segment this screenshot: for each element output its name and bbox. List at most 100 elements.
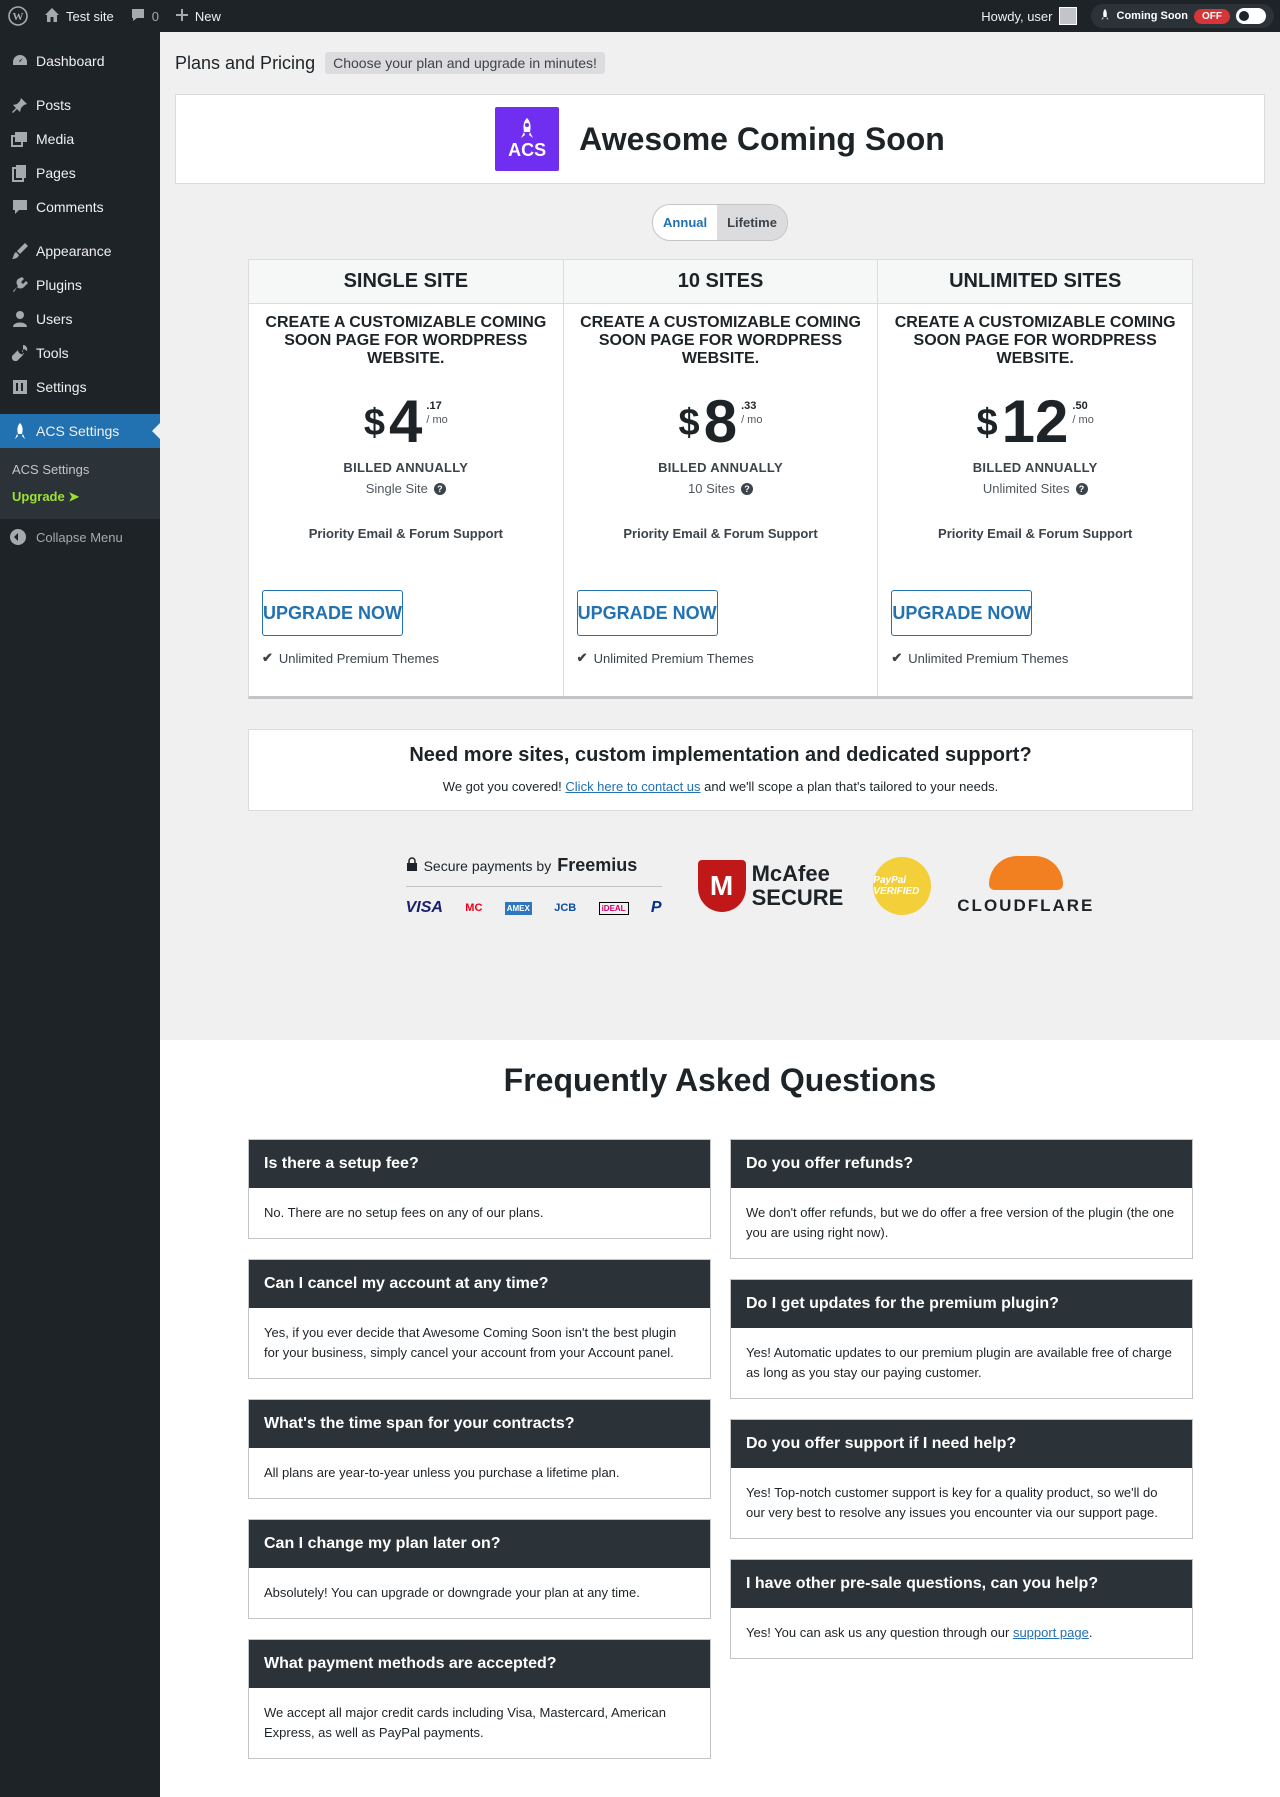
custom-plan-box: Need more sites, custom implementation a… xyxy=(248,729,1193,811)
billing-note: BILLED ANNUALLY xyxy=(658,460,783,475)
faq-answer: No. There are no setup fees on any of ou… xyxy=(264,1205,544,1220)
sidebar-item-acs-settings[interactable]: ACS Settings xyxy=(0,414,160,448)
sidebar-item-settings[interactable]: Settings xyxy=(0,370,160,404)
sidebar-item-label: ACS Settings xyxy=(36,423,120,439)
plan-card: 10 SITES CREATE A CUSTOMIZABLE COMING SO… xyxy=(563,260,879,696)
plan-price: $ 4 .17 / mo xyxy=(249,392,563,452)
brand-name: Awesome Coming Soon xyxy=(579,120,945,157)
cloudflare-label: CLOUDFLARE xyxy=(957,896,1095,915)
brush-icon xyxy=(10,241,30,261)
help-icon[interactable]: ? xyxy=(433,482,446,495)
plan-name: UNLIMITED SITES xyxy=(878,260,1193,304)
help-icon[interactable]: ? xyxy=(1075,482,1088,495)
price-cents: .50 xyxy=(1072,400,1088,412)
collapse-menu-button[interactable]: Collapse Menu xyxy=(0,519,160,555)
faq-answer: Yes! Automatic updates to our premium pl… xyxy=(746,1345,1172,1380)
new-label: New xyxy=(194,8,221,24)
rocket-icon xyxy=(10,421,30,441)
sidebar-item-plugins[interactable]: Plugins xyxy=(0,268,160,302)
sidebar-item-label: Media xyxy=(36,131,75,147)
price-cents: .33 xyxy=(741,400,757,412)
faq-answer: Yes, if you ever decide that Awesome Com… xyxy=(264,1325,677,1360)
upgrade-now-button[interactable]: UPGRADE NOW xyxy=(576,590,718,636)
sidebar-item-appearance[interactable]: Appearance xyxy=(0,234,160,268)
faq-answer: We accept all major credit cards includi… xyxy=(264,1705,666,1740)
feature-label: Unlimited Premium Themes xyxy=(593,650,754,666)
faq-answer: We don't offer refunds, but we do offer … xyxy=(746,1205,1175,1240)
faq-column-left: Is there a setup fee? No. There are no se… xyxy=(248,1139,711,1779)
faq-question: Can I cancel my account at any time? xyxy=(249,1260,710,1308)
secure-label: SECURE xyxy=(751,885,844,910)
contact-link[interactable]: Click here to contact us xyxy=(565,779,700,794)
support-page-link[interactable]: support page xyxy=(1013,1625,1089,1640)
plus-icon xyxy=(175,8,189,25)
sidebar-item-media[interactable]: Media xyxy=(0,122,160,156)
check-icon: ✔ xyxy=(262,650,273,665)
faq-item: Is there a setup fee? No. There are no se… xyxy=(248,1139,711,1239)
price-amount: 12 xyxy=(1001,388,1069,455)
rocket-icon xyxy=(521,117,534,138)
price-cents: .17 xyxy=(426,400,442,412)
paypal-icon: P xyxy=(650,899,662,916)
coming-soon-label: Coming Soon xyxy=(1116,10,1189,22)
sidebar-item-label: Users xyxy=(36,311,73,327)
mastercard-icon: MC xyxy=(465,902,483,914)
plan-card: SINGLE SITE CREATE A CUSTOMIZABLE COMING… xyxy=(249,260,564,696)
sidebar-item-label: Posts xyxy=(36,97,72,113)
plan-card: UNLIMITED SITES CREATE A CUSTOMIZABLE CO… xyxy=(878,260,1193,696)
sidebar-item-label: Plugins xyxy=(36,277,82,293)
comment-icon xyxy=(10,197,30,217)
site-name-link[interactable]: Test site xyxy=(36,0,122,32)
price-amount: 8 xyxy=(703,388,738,455)
user-account-link[interactable]: Howdy, user xyxy=(973,0,1084,32)
toggle-switch[interactable] xyxy=(1236,8,1266,24)
faq-question: Do you offer support if I need help? xyxy=(731,1420,1192,1468)
sidebar-item-tools[interactable]: Tools xyxy=(0,336,160,370)
ideal-icon: iDEAL xyxy=(598,901,629,915)
mcafee-shield-icon: M xyxy=(697,860,746,912)
faq-question: Can I change my plan later on? xyxy=(249,1520,710,1568)
plug-icon xyxy=(10,275,30,295)
svg-text:W: W xyxy=(13,11,24,23)
faq-title: Frequently Asked Questions xyxy=(503,1062,937,1098)
sidebar-item-users[interactable]: Users xyxy=(0,302,160,336)
cloud-icon xyxy=(988,856,1063,890)
faq-answer: Yes! You can ask us any question through… xyxy=(731,1608,1192,1658)
billing-option-annual[interactable]: Annual xyxy=(653,205,717,240)
wordpress-logo-icon[interactable]: W xyxy=(0,0,36,32)
submenu-item-acs-settings[interactable]: ACS Settings xyxy=(0,456,160,483)
coming-soon-toggle[interactable]: Coming Soon OFF xyxy=(1090,4,1274,28)
submenu-item-upgrade[interactable]: Upgrade ➤ xyxy=(0,483,160,511)
faq-answer-text: Yes! You can ask us any question through… xyxy=(746,1625,1013,1640)
sidebar-item-label: Dashboard xyxy=(36,53,105,69)
sidebar-item-dashboard[interactable]: Dashboard xyxy=(0,44,160,78)
payment-cards: VISA MC AMEX JCB iDEAL P xyxy=(406,899,662,917)
custom-text-before: We got you covered! xyxy=(442,779,566,794)
help-icon[interactable]: ? xyxy=(741,482,753,495)
sidebar-item-comments[interactable]: Comments xyxy=(0,190,160,224)
logo-text: ACS xyxy=(508,139,547,160)
mcafee-secure-badge: M McAfee SECURE xyxy=(697,860,844,912)
cloudflare-badge: CLOUDFLARE xyxy=(957,856,1094,916)
freemius-logo: Freemius xyxy=(557,855,638,875)
plan-name: SINGLE SITE xyxy=(249,260,563,304)
sidebar-item-pages[interactable]: Pages xyxy=(0,156,160,190)
billing-option-lifetime[interactable]: Lifetime xyxy=(717,205,787,240)
new-content-link[interactable]: New xyxy=(167,0,229,32)
sidebar-item-label: Tools xyxy=(36,345,69,361)
comments-link[interactable]: 0 xyxy=(122,0,167,32)
feature-label: Unlimited Premium Themes xyxy=(908,650,1069,666)
price-period: / mo xyxy=(741,414,763,426)
price-period: / mo xyxy=(1072,414,1094,426)
faq-item: Do you offer refunds? We don't offer refu… xyxy=(730,1139,1193,1259)
rocket-icon xyxy=(1099,8,1111,24)
sites-label: Unlimited Sites xyxy=(982,481,1070,496)
plan-name: 10 SITES xyxy=(563,260,878,304)
admin-sidebar: Dashboard Posts Media Pages Comments App… xyxy=(0,32,160,1797)
upgrade-now-button[interactable]: UPGRADE NOW xyxy=(262,590,403,636)
upgrade-now-button[interactable]: UPGRADE NOW xyxy=(891,590,1033,636)
price-period: / mo xyxy=(426,414,448,426)
sidebar-item-posts[interactable]: Posts xyxy=(0,88,160,122)
jcb-icon: JCB xyxy=(554,902,577,914)
secure-payments-label: Secure payments by xyxy=(423,857,552,874)
